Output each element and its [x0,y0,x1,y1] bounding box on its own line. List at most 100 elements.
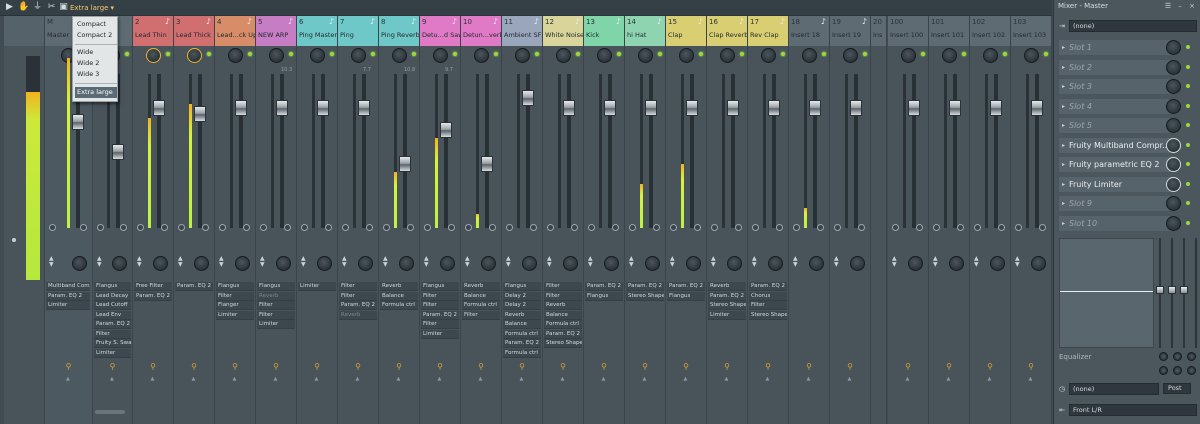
mixer-track-10[interactable]: 10 Detun...verb ♪ ▲ ▼ Reverb Balance Formula ct… [461,16,502,424]
pan-knob[interactable] [522,256,537,271]
volume-reset-icon[interactable] [342,224,349,231]
scissors-icon[interactable]: ✂ [46,2,57,13]
mixer-track-102[interactable]: 102 Insert 102 ▲ ▼ ⚲ ▲ [970,16,1011,424]
volume-reset-icon[interactable] [137,224,144,231]
pan-reset-icon[interactable] [161,224,168,231]
track-enable-led[interactable] [658,52,662,56]
route-icon[interactable]: ⚲ [65,362,72,371]
volume-fader[interactable] [153,100,165,116]
fx-slot-label[interactable]: Balance [503,320,541,329]
pan-knob[interactable] [1031,256,1046,271]
mixer-track-18[interactable]: 18 Insert 18 ♪ ▲ ▼ ⚲ ▲ [789,16,830,424]
stereo-separation-knob[interactable] [269,48,284,63]
mixer-track-100[interactable]: 100 Insert 100 ▲ ▼ ⚲ ▲ [888,16,929,424]
fx-slot-label[interactable]: Param. EQ 2 [503,339,541,348]
stereo-separation-knob[interactable] [638,48,653,63]
track-header[interactable]: 100 Insert 100 [888,16,928,46]
fx-slot-label[interactable]: Lead Env [94,310,131,320]
pan-reset-icon[interactable] [957,224,964,231]
fx-slot-label[interactable]: Param. EQ 2 [749,282,787,291]
volume-fader[interactable] [809,100,821,116]
fx-slot-label[interactable]: Flangus [257,282,295,291]
mixer-track-16[interactable]: 16 Clap Reverb ♪ ▲ ▼ Reverb Param. EQ 2 Stereo … [707,16,748,424]
pan-reset-icon[interactable] [1039,224,1046,231]
pan-knob[interactable] [112,256,127,271]
pitchfork-icon[interactable]: ⏚ [32,2,43,13]
pan-reset-icon[interactable] [325,224,332,231]
route-icon[interactable]: ⚲ [519,362,526,371]
fx-slot-label[interactable]: Limiter [94,348,131,358]
route-icon[interactable]: ⚲ [109,362,116,371]
fx-slot-label[interactable]: Param. EQ 2 [46,291,91,301]
fx-slot-label[interactable]: Formula ctrl [544,320,582,329]
track-header[interactable]: 10 Detun...verb ♪ [461,16,501,46]
fx-slot-label[interactable]: Filter [257,310,295,320]
track-header[interactable]: 7 Ping ♪ [338,16,378,46]
slot-enable-led[interactable] [1186,181,1190,186]
eq-bw-knob[interactable] [1159,366,1168,375]
pan-reset-icon[interactable] [817,224,824,231]
track-header[interactable]: 4 Lead...ck Up ♪ [215,16,255,46]
track-enable-led[interactable] [289,52,293,56]
track-enable-led[interactable] [863,52,867,56]
eq-freq-knob[interactable] [1159,352,1168,361]
stereo-separation-knob[interactable] [187,48,202,63]
fx-slot[interactable]: ▸ Slot 5 [1058,117,1178,134]
mixer-track-11[interactable]: 11 Ambient SFX ♪ ▲ ▼ Flangus Delay 2 Delay 2 Rev… [502,16,543,424]
slot-enable-led[interactable] [1186,45,1190,49]
fx-slot-label[interactable]: Param. EQ 2 [708,291,746,301]
fx-slot-label[interactable]: Reverb [462,282,500,291]
fx-slot-label[interactable]: Stereo Shaper [626,291,664,301]
slot-mix-knob[interactable] [1166,157,1181,172]
fx-slot-label[interactable]: Delay 2 [503,301,541,310]
menu-icon[interactable]: ☰ [1164,2,1172,10]
slot-enable-led[interactable] [1186,103,1190,108]
fx-slot-label[interactable]: Filter [421,291,459,301]
fx-slot-label[interactable]: Filter [94,329,131,339]
close-icon[interactable]: × [1188,2,1196,10]
stereo-separation-knob[interactable] [761,48,776,63]
slot-mix-knob[interactable] [1166,137,1181,153]
stereo-separation-knob[interactable] [228,48,243,63]
slot-mix-knob[interactable] [1166,215,1181,231]
fx-slot-label[interactable]: Filter [421,320,459,329]
volume-fader[interactable] [850,100,862,116]
volume-fader[interactable] [563,100,575,116]
volume-fader[interactable] [399,156,411,172]
fx-slot-label[interactable]: Balance [380,291,418,301]
mixer-track-7[interactable]: 7 Ping ♪ 7.7 ▲ ▼ Filter Filter Param. EQ 2 Reverb… [338,16,379,424]
route-icon[interactable]: ⚲ [847,362,854,371]
pan-knob[interactable] [809,256,824,271]
route-icon[interactable]: ⚲ [150,362,157,371]
volume-reset-icon[interactable] [178,224,185,231]
fx-slot[interactable]: ▸ Slot 1 [1058,39,1178,56]
mixer-track-9[interactable]: 9 Detu...d Saw ♪ 9.7 ▲ ▼ Flangus Filter Filter Pa… [420,16,461,424]
fx-slot-label[interactable]: Stereo Shaper [544,339,582,348]
stereo-separation-knob[interactable] [802,48,817,63]
fx-slot-label[interactable]: Fruity S. Swapper [94,339,131,348]
stereo-separation-knob[interactable] [901,48,916,63]
volume-reset-icon[interactable] [1015,224,1022,231]
volume-reset-icon[interactable] [424,224,431,231]
volume-fader[interactable] [440,122,452,138]
track-enable-led[interactable] [781,52,785,56]
pan-knob[interactable] [949,256,964,271]
track-enable-led[interactable] [125,52,129,56]
volume-fader[interactable] [72,114,84,130]
volume-reset-icon[interactable] [892,224,899,231]
volume-reset-icon[interactable] [49,224,56,231]
fx-slot-label[interactable]: Reverb [544,301,582,310]
volume-fader[interactable] [727,100,739,116]
volume-fader[interactable] [645,100,657,116]
volume-reset-icon[interactable] [383,224,390,231]
fx-slot-label[interactable]: Param. EQ 2 [421,310,459,320]
mixer-track-12[interactable]: 12 White Noise ♪ ▲ ▼ Filter Filter Reverb Balanc… [543,16,584,424]
fx-slot[interactable]: ▸ Slot 2 [1058,58,1178,76]
track-header[interactable]: 8 Ping Reverb ♪ [379,16,419,46]
eq-graph[interactable] [1059,238,1154,348]
slot-mix-knob[interactable] [1166,40,1181,55]
track-enable-led[interactable] [576,52,580,56]
pan-knob[interactable] [194,256,209,271]
track-header[interactable] [4,16,44,46]
route-icon[interactable]: ⚲ [806,362,813,371]
